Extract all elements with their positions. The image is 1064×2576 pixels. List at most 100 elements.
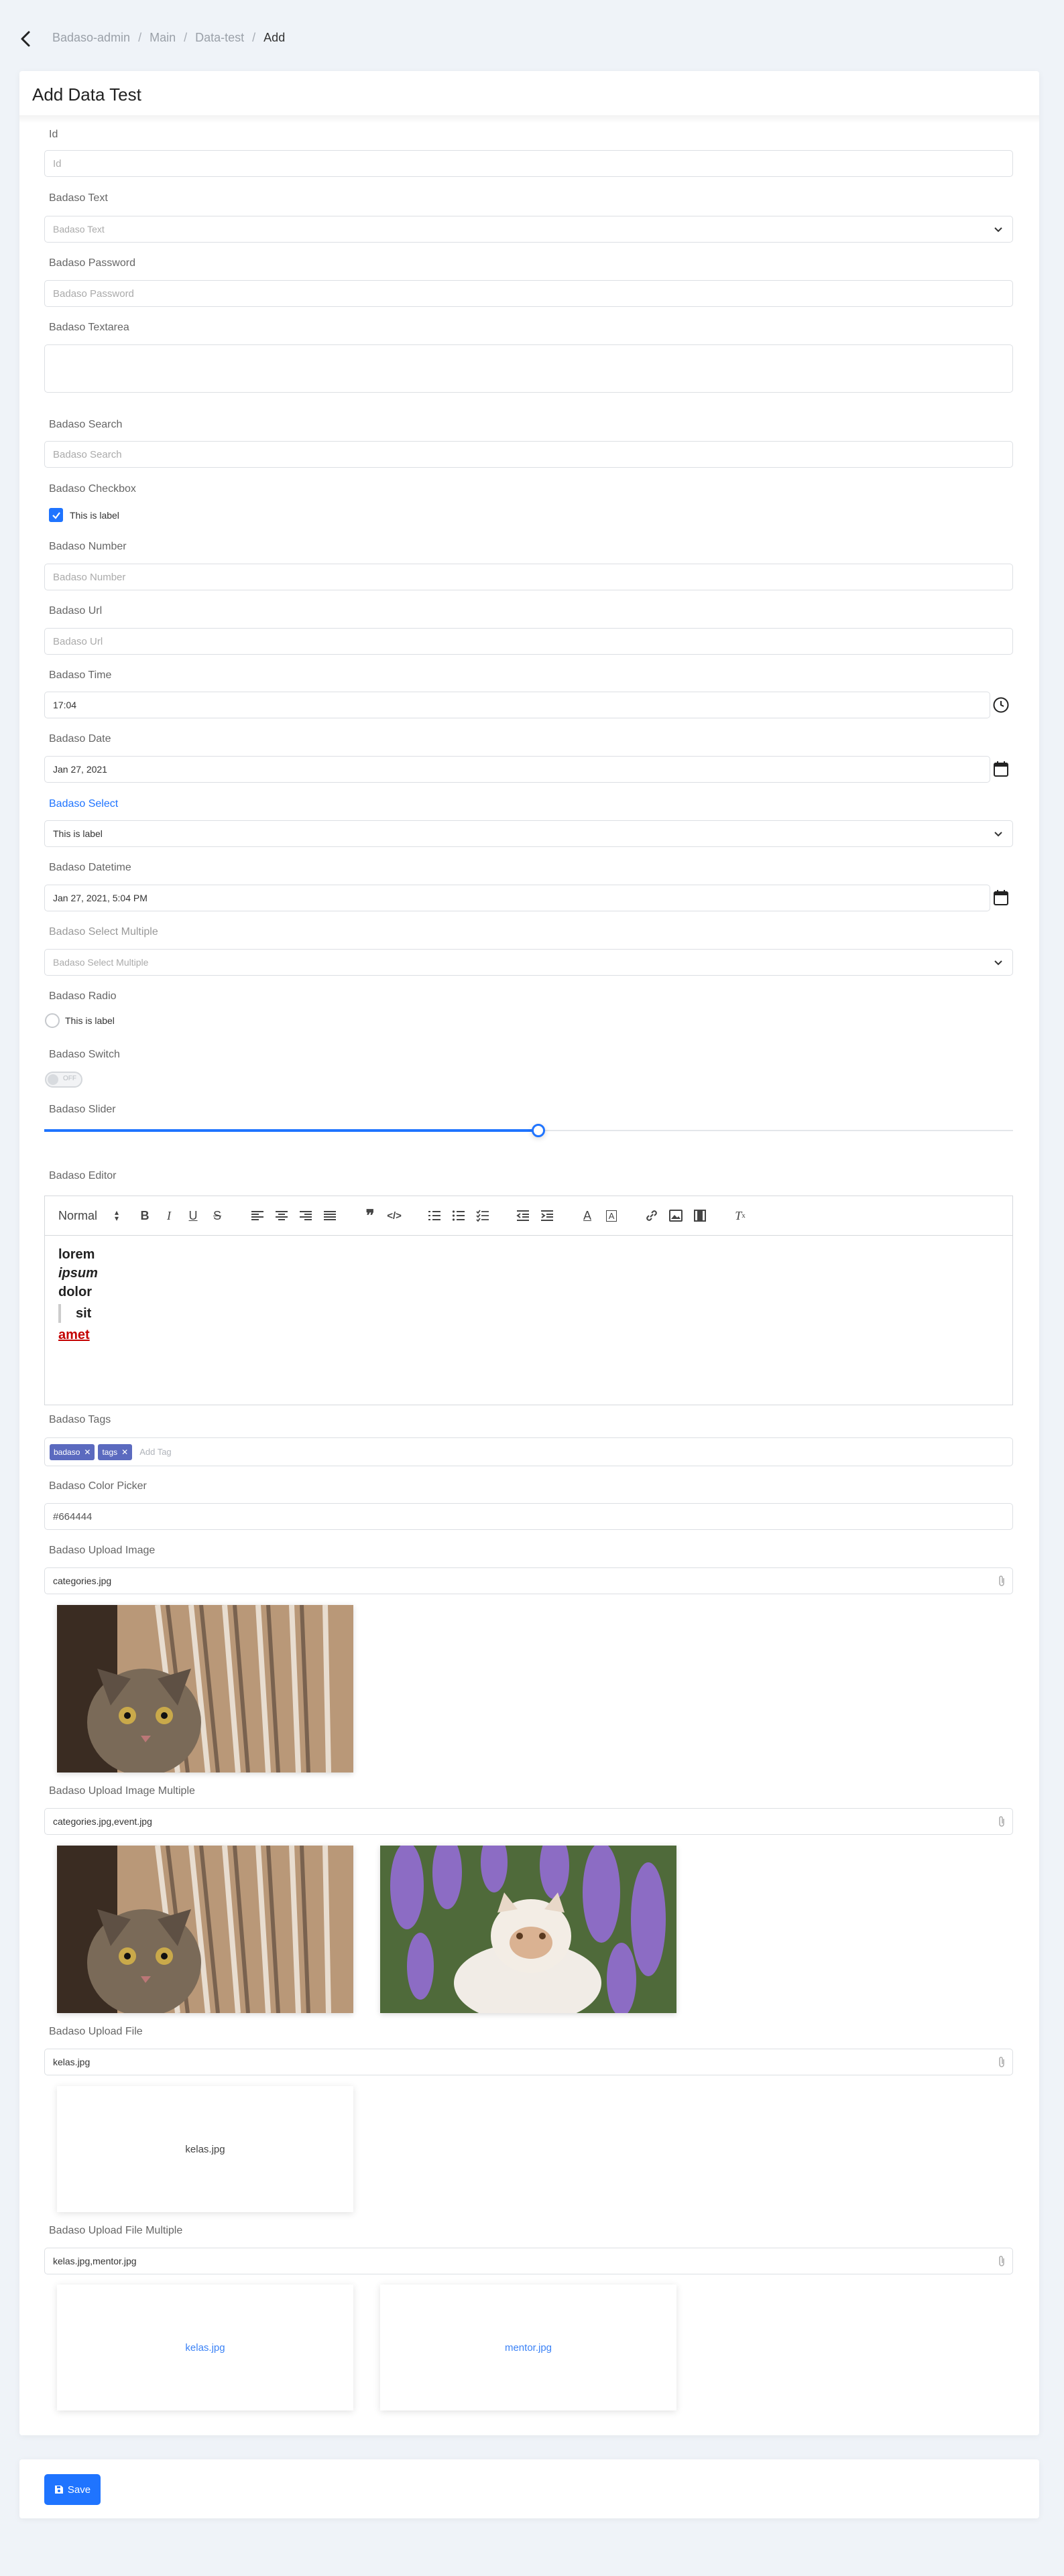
color-picker-input[interactable]: #664444 <box>44 1503 1013 1530</box>
close-icon[interactable]: ✕ <box>121 1447 128 1457</box>
bullet-list-icon[interactable] <box>450 1207 467 1224</box>
password-input[interactable]: Badaso Password <box>44 280 1013 307</box>
textarea-input[interactable] <box>44 344 1013 393</box>
align-center-icon[interactable] <box>273 1207 290 1224</box>
breadcrumb-current: Add <box>263 31 286 44</box>
text-select[interactable]: Badaso Text <box>44 216 1013 243</box>
switch-toggle[interactable]: OFF <box>45 1072 82 1088</box>
select-value: This is label <box>53 828 103 839</box>
radio-option[interactable]: This is label <box>45 1013 115 1028</box>
close-icon[interactable]: ✕ <box>84 1447 91 1457</box>
number-input[interactable]: Badaso Number <box>44 564 1013 590</box>
file-preview-link[interactable]: mentor.jpg <box>380 2284 676 2410</box>
outdent-icon[interactable] <box>514 1207 532 1224</box>
background-color-icon[interactable]: A <box>603 1207 620 1224</box>
upload-file-input[interactable]: kelas.jpg <box>44 2049 1013 2075</box>
date-input[interactable]: Jan 27, 2021 <box>44 756 990 783</box>
video-icon[interactable] <box>691 1207 709 1224</box>
password-label: Badaso Password <box>49 257 135 269</box>
back-icon[interactable] <box>17 29 34 48</box>
page-title: Add Data Test <box>32 84 141 105</box>
upload-file-multiple-input[interactable]: kelas.jpg,mentor.jpg <box>44 2248 1013 2274</box>
editor-line: dolor <box>58 1285 92 1299</box>
text-select-placeholder: Badaso Text <box>53 224 105 235</box>
radio-circle-icon[interactable] <box>45 1013 60 1028</box>
paperclip-icon <box>998 1575 1006 1589</box>
upload-image-multiple-filenames: categories.jpg,event.jpg <box>53 1816 152 1827</box>
upload-image-input[interactable]: categories.jpg <box>44 1567 1013 1594</box>
updown-icon: ▴ ▾ <box>115 1208 119 1223</box>
tag-chip-label: tags <box>102 1447 118 1457</box>
breadcrumb-item[interactable]: Badaso-admin <box>52 31 130 45</box>
select-multiple-dropdown[interactable]: Badaso Select Multiple <box>44 949 1013 976</box>
slider-thumb[interactable] <box>531 1124 545 1137</box>
link-icon[interactable] <box>643 1207 660 1224</box>
tags-label: Badaso Tags <box>49 1414 111 1425</box>
datetime-input[interactable]: Jan 27, 2021, 5:04 PM <box>44 885 990 911</box>
color-picker-label: Badaso Color Picker <box>49 1480 147 1492</box>
checklist-icon[interactable] <box>474 1207 491 1224</box>
editor-content[interactable]: lorem ipsum dolor sit amet <box>45 1236 1012 1354</box>
radio-option-label: This is label <box>65 1015 115 1026</box>
time-input[interactable]: 17:04 <box>44 692 990 718</box>
editor-line: ipsum <box>58 1266 98 1281</box>
checkbox-option-label: This is label <box>70 509 119 521</box>
text-label: Badaso Text <box>49 192 108 204</box>
calendar-icon[interactable] <box>989 756 1013 783</box>
select-multiple-placeholder: Badaso Select Multiple <box>53 957 149 968</box>
slider[interactable] <box>44 1122 1013 1139</box>
url-input[interactable]: Badaso Url <box>44 628 1013 655</box>
text-color-icon[interactable]: A <box>579 1207 596 1224</box>
code-icon[interactable]: </> <box>386 1207 403 1224</box>
strikethrough-icon[interactable]: S <box>209 1207 226 1224</box>
tag-chip-label: badaso <box>54 1447 80 1457</box>
quote-icon[interactable]: ❞ <box>361 1207 379 1225</box>
file-preview-card[interactable]: kelas.jpg <box>57 2086 353 2212</box>
select-label: Badaso Select <box>49 798 119 810</box>
align-right-icon[interactable] <box>297 1207 314 1224</box>
save-icon <box>54 2486 63 2494</box>
paperclip-icon <box>998 2255 1006 2269</box>
checkbox-checked-icon[interactable] <box>49 508 63 522</box>
align-left-icon[interactable] <box>249 1207 266 1224</box>
indent-icon[interactable] <box>538 1207 556 1224</box>
bold-icon[interactable]: B <box>136 1207 154 1224</box>
breadcrumb-item[interactable]: Main <box>150 31 176 45</box>
underline-icon[interactable]: U <box>184 1207 202 1224</box>
cat-image-preview[interactable] <box>57 1605 353 1773</box>
italic-icon[interactable]: I <box>160 1207 178 1224</box>
checkbox-option[interactable]: This is label <box>49 508 119 522</box>
chevron-down-icon <box>992 828 1004 842</box>
search-input[interactable]: Badaso Search <box>44 441 1013 468</box>
calendar-icon[interactable] <box>989 885 1013 911</box>
ordered-list-icon[interactable] <box>426 1207 443 1224</box>
breadcrumb-item[interactable]: Data-test <box>195 31 244 45</box>
tag-chip: badaso ✕ <box>50 1443 95 1460</box>
add-tag-placeholder[interactable]: Add Tag <box>139 1447 171 1457</box>
align-justify-icon[interactable] <box>321 1207 339 1224</box>
id-input[interactable]: Id <box>44 150 1013 177</box>
format-select[interactable]: Normal ▴ ▾ <box>58 1208 119 1223</box>
rich-text-editor[interactable]: Normal ▴ ▾ B I U S ❞ </> A A T x lorem i… <box>44 1196 1013 1405</box>
upload-image-multiple-input[interactable]: categories.jpg,event.jpg <box>44 1808 1013 1835</box>
clear-format-icon[interactable]: Tx <box>731 1207 749 1224</box>
form-card: Add Data Test Id Id Badaso Text Badaso T… <box>19 71 1039 2435</box>
checkbox-label: Badaso Checkbox <box>49 483 136 495</box>
number-label: Badaso Number <box>49 541 127 552</box>
select-dropdown[interactable]: This is label <box>44 820 1013 847</box>
cat-image-preview[interactable] <box>57 1846 353 2013</box>
save-button-label: Save <box>67 2484 91 2496</box>
file-preview-link[interactable]: kelas.jpg <box>57 2284 353 2410</box>
editor-label: Badaso Editor <box>49 1170 117 1181</box>
tags-input[interactable]: badaso ✕ tags ✕ Add Tag <box>44 1437 1013 1466</box>
time-label: Badaso Time <box>49 669 112 681</box>
event-image-preview[interactable] <box>380 1846 676 2013</box>
textarea-label: Badaso Textarea <box>49 322 129 333</box>
image-icon[interactable] <box>667 1207 685 1224</box>
upload-file-multiple-label: Badaso Upload File Multiple <box>49 2225 183 2236</box>
save-button[interactable]: Save <box>44 2474 101 2505</box>
clock-icon[interactable] <box>989 692 1013 718</box>
breadcrumb: Badaso-admin / Main / Data-test / Add <box>52 31 285 45</box>
id-label: Id <box>49 129 58 140</box>
editor-blockquote: sit <box>58 1304 999 1323</box>
